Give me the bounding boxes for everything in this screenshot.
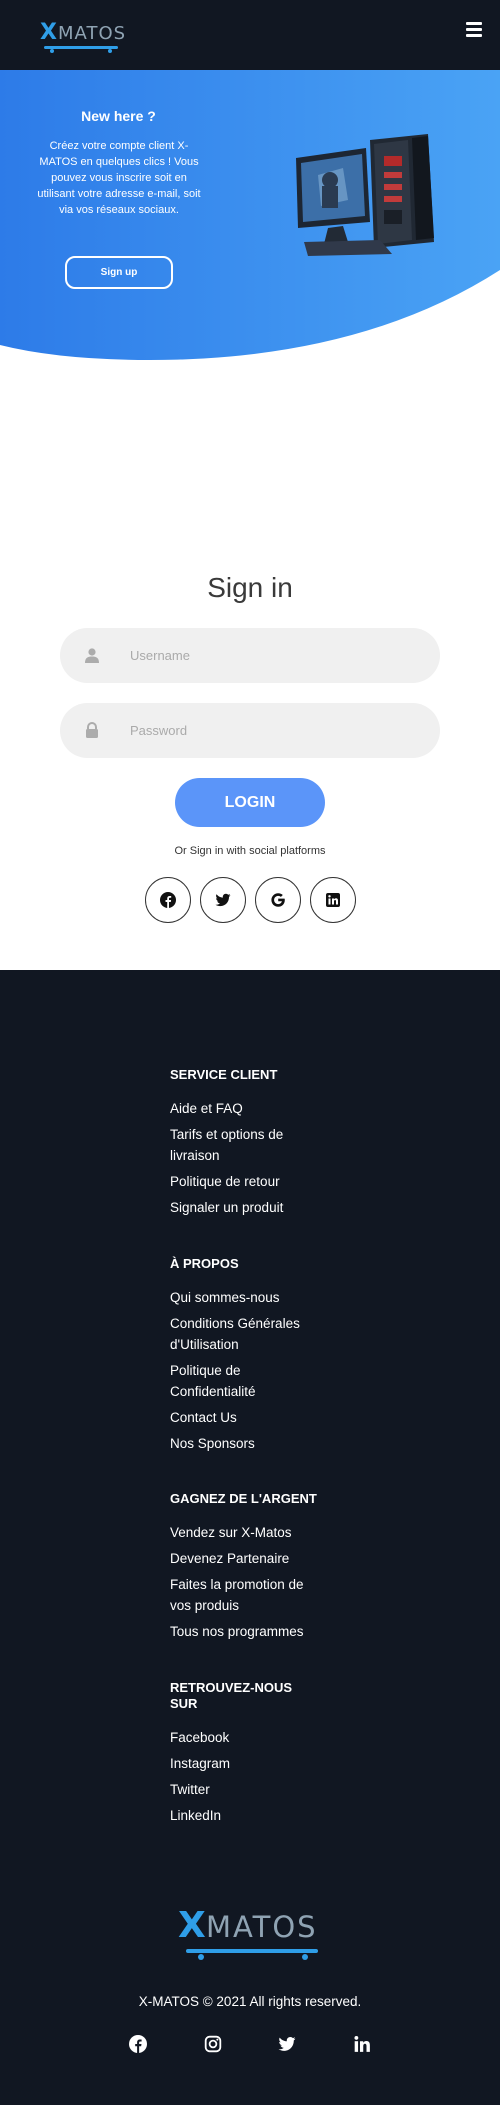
social-signin-text: Or Sign in with social platforms (174, 845, 326, 857)
hero-description: Créez votre compte client X-MATOS en que… (37, 140, 201, 216)
hamburger-icon[interactable] (466, 22, 482, 37)
footer-facebook-link[interactable] (129, 2035, 147, 2053)
logo-underline (44, 46, 118, 49)
footer-link-twitter[interactable]: Twitter (170, 1779, 320, 1800)
password-field (60, 703, 440, 758)
username-input[interactable] (130, 628, 420, 683)
logo-underline (186, 1949, 318, 1953)
footer-linkedin-link[interactable] (353, 2035, 371, 2053)
google-icon (271, 893, 285, 907)
footer-link-politique-retour[interactable]: Politique de retour (170, 1171, 320, 1192)
footer-link-tarifs-livraison[interactable]: Tarifs et options de livraison (170, 1124, 320, 1166)
instagram-icon (204, 2035, 222, 2053)
footer-twitter-link[interactable] (278, 2035, 296, 2053)
logo-text: MATOS (206, 1910, 318, 1944)
footer-link-cgu[interactable]: Conditions Générales d'Utilisation (170, 1313, 320, 1355)
footer-section-title: À PROPOS (170, 1256, 239, 1271)
footer-xmatos-logo[interactable]: X MATOS (178, 1905, 323, 1960)
twitter-signin-button[interactable] (200, 877, 246, 923)
logo-wheel (108, 49, 112, 53)
google-signin-button[interactable] (255, 877, 301, 923)
signin-title: Sign in (207, 572, 293, 603)
linkedin-icon (326, 893, 340, 907)
footer-link-sponsors[interactable]: Nos Sponsors (170, 1433, 320, 1454)
footer-section-title: RETROUVEZ-NOUS SUR (170, 1680, 293, 1711)
username-field (60, 628, 440, 683)
lock-icon (86, 722, 98, 738)
facebook-icon (129, 2035, 147, 2053)
footer-link-partenaire[interactable]: Devenez Partenaire (170, 1548, 320, 1569)
logo-x: X (178, 1905, 206, 1946)
footer-link-instagram[interactable]: Instagram (170, 1753, 320, 1774)
login-button[interactable]: LOGIN (175, 778, 325, 827)
twitter-icon (215, 893, 231, 907)
facebook-icon (160, 892, 176, 908)
footer-section-title: GAGNEZ DE L'ARGENT (170, 1491, 317, 1506)
footer-link-linkedin[interactable]: LinkedIn (170, 1805, 320, 1826)
footer-instagram-link[interactable] (204, 2035, 222, 2053)
linkedin-signin-button[interactable] (310, 877, 356, 923)
gaming-pc-illustration (296, 134, 434, 256)
footer-section-title: SERVICE CLIENT (170, 1067, 278, 1082)
twitter-icon (278, 2037, 296, 2051)
logo-wheel (198, 1954, 204, 1960)
copyright-text: X-MATOS © 2021 All rights reserved. (138, 1994, 362, 2009)
footer-link-facebook[interactable]: Facebook (170, 1727, 320, 1748)
footer-link-promotion[interactable]: Faites la promotion de vos produis (170, 1574, 320, 1616)
footer-link-confidentialite[interactable]: Politique de Confidentialité (170, 1360, 320, 1402)
password-input[interactable] (130, 703, 420, 758)
footer-link-signaler-produit[interactable]: Signaler un produit (170, 1197, 320, 1218)
logo-wheel (302, 1954, 308, 1960)
footer-link-vendez[interactable]: Vendez sur X-Matos (170, 1522, 320, 1543)
logo-x: X (40, 20, 57, 45)
logo-text: MATOS (58, 23, 127, 44)
signup-hero-panel: New here ? Créez votre compte client X-M… (0, 70, 500, 360)
facebook-signin-button[interactable] (145, 877, 191, 923)
signup-button[interactable]: Sign up (65, 256, 173, 289)
top-navbar: X MATOS (0, 0, 500, 70)
footer-link-aide-faq[interactable]: Aide et FAQ (170, 1098, 320, 1119)
xmatos-logo[interactable]: X MATOS (40, 18, 125, 53)
logo-wheel (50, 49, 54, 53)
footer-link-contact-us[interactable]: Contact Us (170, 1407, 320, 1428)
hero-title: New here ? (81, 108, 156, 124)
footer-link-programmes[interactable]: Tous nos programmes (170, 1621, 320, 1642)
user-icon (85, 648, 99, 663)
linkedin-icon (354, 2036, 370, 2052)
footer-link-qui-sommes-nous[interactable]: Qui sommes-nous (170, 1287, 320, 1308)
